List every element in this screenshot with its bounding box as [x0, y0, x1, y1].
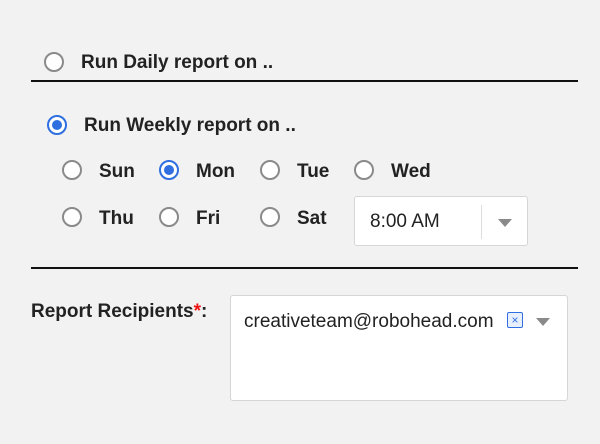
time-select-value: 8:00 AM: [370, 211, 440, 232]
day-label-fri: Fri: [196, 208, 221, 229]
recipients-label-colon: :: [201, 301, 208, 322]
chevron-down-icon[interactable]: [498, 219, 512, 227]
day-radio-fri[interactable]: [159, 207, 179, 227]
divider-top: [31, 80, 578, 82]
remove-recipient-icon[interactable]: ×: [507, 312, 523, 328]
time-select[interactable]: 8:00 AM: [354, 196, 528, 246]
day-label-thu: Thu: [99, 208, 134, 229]
day-label-wed: Wed: [391, 161, 431, 182]
day-radio-tue[interactable]: [260, 160, 280, 180]
weekly-report-label: Run Weekly report on ..: [84, 115, 296, 136]
recipients-label: Report Recipients*:: [31, 300, 207, 324]
daily-report-label: Run Daily report on ..: [81, 52, 274, 73]
day-label-tue: Tue: [297, 161, 330, 182]
day-label-mon: Mon: [196, 161, 236, 182]
day-label-sun: Sun: [99, 161, 135, 182]
recipients-input[interactable]: creativeteam@robohead.com ×: [230, 295, 568, 401]
day-label-sat: Sat: [297, 208, 327, 229]
daily-report-radio[interactable]: [44, 52, 64, 72]
weekly-report-radio[interactable]: [47, 115, 67, 135]
recipient-chip-email: creativeteam@robohead.com: [244, 311, 494, 332]
day-radio-sun[interactable]: [62, 160, 82, 180]
day-radio-thu[interactable]: [62, 207, 82, 227]
day-radio-mon[interactable]: [159, 160, 179, 180]
chevron-down-icon[interactable]: [536, 318, 550, 326]
day-radio-wed[interactable]: [354, 160, 374, 180]
required-mark: *: [193, 301, 201, 322]
day-radio-sat[interactable]: [260, 207, 280, 227]
divider-bottom: [31, 267, 578, 269]
time-select-separator: [481, 205, 482, 239]
recipients-label-text: Report Recipients: [31, 301, 194, 322]
